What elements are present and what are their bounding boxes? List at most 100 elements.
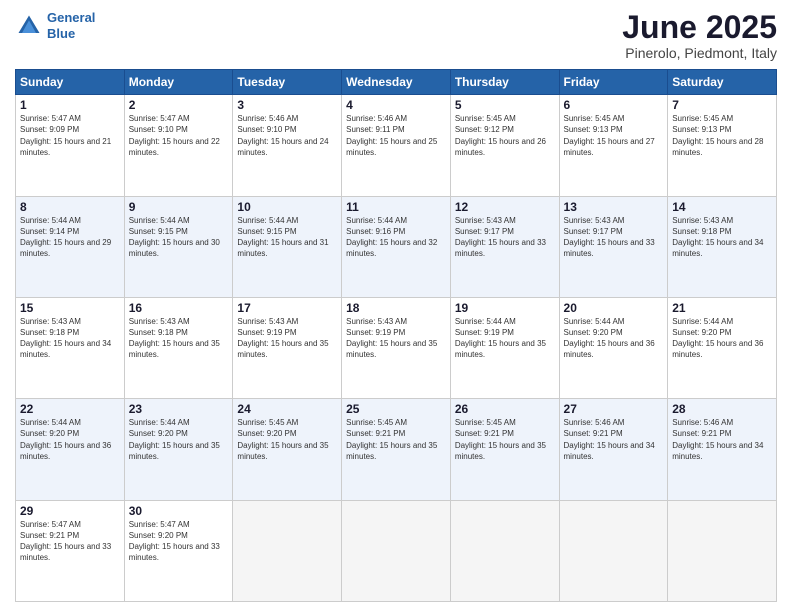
day-number: 14 <box>672 200 772 214</box>
table-cell: 24 Sunrise: 5:45 AMSunset: 9:20 PMDaylig… <box>233 399 342 500</box>
table-row: 29 Sunrise: 5:47 AMSunset: 9:21 PMDaylig… <box>16 500 777 601</box>
day-number: 20 <box>564 301 664 315</box>
day-number: 30 <box>129 504 229 518</box>
day-number: 22 <box>20 402 120 416</box>
logo-general: General <box>47 10 95 25</box>
day-info: Sunrise: 5:43 AMSunset: 9:17 PMDaylight:… <box>564 215 664 260</box>
day-info: Sunrise: 5:43 AMSunset: 9:17 PMDaylight:… <box>455 215 555 260</box>
day-info: Sunrise: 5:43 AMSunset: 9:18 PMDaylight:… <box>672 215 772 260</box>
day-info: Sunrise: 5:45 AMSunset: 9:12 PMDaylight:… <box>455 113 555 158</box>
day-number: 28 <box>672 402 772 416</box>
col-tuesday: Tuesday <box>233 70 342 95</box>
title-section: June 2025 Pinerolo, Piedmont, Italy <box>622 10 777 61</box>
day-number: 17 <box>237 301 337 315</box>
day-number: 5 <box>455 98 555 112</box>
logo-blue: Blue <box>47 26 75 41</box>
day-info: Sunrise: 5:44 AMSunset: 9:19 PMDaylight:… <box>455 316 555 361</box>
day-number: 6 <box>564 98 664 112</box>
table-cell: 21 Sunrise: 5:44 AMSunset: 9:20 PMDaylig… <box>668 297 777 398</box>
location: Pinerolo, Piedmont, Italy <box>622 45 777 61</box>
table-cell: 2 Sunrise: 5:47 AMSunset: 9:10 PMDayligh… <box>124 95 233 196</box>
table-cell: 23 Sunrise: 5:44 AMSunset: 9:20 PMDaylig… <box>124 399 233 500</box>
table-cell-empty <box>559 500 668 601</box>
table-cell: 7 Sunrise: 5:45 AMSunset: 9:13 PMDayligh… <box>668 95 777 196</box>
month-title: June 2025 <box>622 10 777 45</box>
day-number: 7 <box>672 98 772 112</box>
col-wednesday: Wednesday <box>342 70 451 95</box>
table-cell: 20 Sunrise: 5:44 AMSunset: 9:20 PMDaylig… <box>559 297 668 398</box>
day-info: Sunrise: 5:44 AMSunset: 9:20 PMDaylight:… <box>20 417 120 462</box>
day-number: 1 <box>20 98 120 112</box>
table-cell: 29 Sunrise: 5:47 AMSunset: 9:21 PMDaylig… <box>16 500 125 601</box>
col-thursday: Thursday <box>450 70 559 95</box>
day-info: Sunrise: 5:44 AMSunset: 9:15 PMDaylight:… <box>129 215 229 260</box>
table-cell-empty <box>233 500 342 601</box>
calendar-table: Sunday Monday Tuesday Wednesday Thursday… <box>15 69 777 602</box>
day-info: Sunrise: 5:47 AMSunset: 9:10 PMDaylight:… <box>129 113 229 158</box>
day-number: 15 <box>20 301 120 315</box>
day-info: Sunrise: 5:44 AMSunset: 9:15 PMDaylight:… <box>237 215 337 260</box>
day-number: 10 <box>237 200 337 214</box>
day-info: Sunrise: 5:45 AMSunset: 9:21 PMDaylight:… <box>455 417 555 462</box>
day-number: 12 <box>455 200 555 214</box>
table-cell: 26 Sunrise: 5:45 AMSunset: 9:21 PMDaylig… <box>450 399 559 500</box>
day-info: Sunrise: 5:43 AMSunset: 9:18 PMDaylight:… <box>129 316 229 361</box>
col-saturday: Saturday <box>668 70 777 95</box>
col-friday: Friday <box>559 70 668 95</box>
day-info: Sunrise: 5:43 AMSunset: 9:19 PMDaylight:… <box>237 316 337 361</box>
table-row: 8 Sunrise: 5:44 AMSunset: 9:14 PMDayligh… <box>16 196 777 297</box>
table-cell: 19 Sunrise: 5:44 AMSunset: 9:19 PMDaylig… <box>450 297 559 398</box>
table-cell-empty <box>342 500 451 601</box>
day-number: 8 <box>20 200 120 214</box>
table-cell-empty <box>450 500 559 601</box>
day-info: Sunrise: 5:43 AMSunset: 9:18 PMDaylight:… <box>20 316 120 361</box>
col-sunday: Sunday <box>16 70 125 95</box>
table-cell: 13 Sunrise: 5:43 AMSunset: 9:17 PMDaylig… <box>559 196 668 297</box>
table-cell: 27 Sunrise: 5:46 AMSunset: 9:21 PMDaylig… <box>559 399 668 500</box>
day-info: Sunrise: 5:46 AMSunset: 9:11 PMDaylight:… <box>346 113 446 158</box>
table-cell: 17 Sunrise: 5:43 AMSunset: 9:19 PMDaylig… <box>233 297 342 398</box>
day-number: 24 <box>237 402 337 416</box>
day-info: Sunrise: 5:45 AMSunset: 9:13 PMDaylight:… <box>672 113 772 158</box>
table-cell: 11 Sunrise: 5:44 AMSunset: 9:16 PMDaylig… <box>342 196 451 297</box>
calendar-header-row: Sunday Monday Tuesday Wednesday Thursday… <box>16 70 777 95</box>
day-info: Sunrise: 5:43 AMSunset: 9:19 PMDaylight:… <box>346 316 446 361</box>
day-info: Sunrise: 5:45 AMSunset: 9:21 PMDaylight:… <box>346 417 446 462</box>
table-cell: 4 Sunrise: 5:46 AMSunset: 9:11 PMDayligh… <box>342 95 451 196</box>
day-number: 26 <box>455 402 555 416</box>
day-info: Sunrise: 5:44 AMSunset: 9:20 PMDaylight:… <box>129 417 229 462</box>
day-info: Sunrise: 5:46 AMSunset: 9:10 PMDaylight:… <box>237 113 337 158</box>
day-info: Sunrise: 5:45 AMSunset: 9:20 PMDaylight:… <box>237 417 337 462</box>
day-number: 2 <box>129 98 229 112</box>
table-cell: 1 Sunrise: 5:47 AMSunset: 9:09 PMDayligh… <box>16 95 125 196</box>
table-cell: 25 Sunrise: 5:45 AMSunset: 9:21 PMDaylig… <box>342 399 451 500</box>
day-number: 19 <box>455 301 555 315</box>
table-cell-empty <box>668 500 777 601</box>
day-number: 23 <box>129 402 229 416</box>
day-info: Sunrise: 5:44 AMSunset: 9:14 PMDaylight:… <box>20 215 120 260</box>
table-cell: 16 Sunrise: 5:43 AMSunset: 9:18 PMDaylig… <box>124 297 233 398</box>
table-cell: 8 Sunrise: 5:44 AMSunset: 9:14 PMDayligh… <box>16 196 125 297</box>
day-number: 21 <box>672 301 772 315</box>
table-cell: 18 Sunrise: 5:43 AMSunset: 9:19 PMDaylig… <box>342 297 451 398</box>
table-cell: 15 Sunrise: 5:43 AMSunset: 9:18 PMDaylig… <box>16 297 125 398</box>
day-number: 13 <box>564 200 664 214</box>
day-info: Sunrise: 5:47 AMSunset: 9:09 PMDaylight:… <box>20 113 120 158</box>
day-info: Sunrise: 5:46 AMSunset: 9:21 PMDaylight:… <box>564 417 664 462</box>
day-number: 27 <box>564 402 664 416</box>
table-cell: 14 Sunrise: 5:43 AMSunset: 9:18 PMDaylig… <box>668 196 777 297</box>
table-cell: 30 Sunrise: 5:47 AMSunset: 9:20 PMDaylig… <box>124 500 233 601</box>
table-cell: 5 Sunrise: 5:45 AMSunset: 9:12 PMDayligh… <box>450 95 559 196</box>
day-number: 3 <box>237 98 337 112</box>
col-monday: Monday <box>124 70 233 95</box>
day-info: Sunrise: 5:44 AMSunset: 9:16 PMDaylight:… <box>346 215 446 260</box>
table-cell: 28 Sunrise: 5:46 AMSunset: 9:21 PMDaylig… <box>668 399 777 500</box>
table-row: 22 Sunrise: 5:44 AMSunset: 9:20 PMDaylig… <box>16 399 777 500</box>
table-cell: 12 Sunrise: 5:43 AMSunset: 9:17 PMDaylig… <box>450 196 559 297</box>
day-info: Sunrise: 5:44 AMSunset: 9:20 PMDaylight:… <box>672 316 772 361</box>
table-cell: 22 Sunrise: 5:44 AMSunset: 9:20 PMDaylig… <box>16 399 125 500</box>
table-row: 15 Sunrise: 5:43 AMSunset: 9:18 PMDaylig… <box>16 297 777 398</box>
header: General Blue June 2025 Pinerolo, Piedmon… <box>15 10 777 61</box>
logo-text: General Blue <box>47 10 95 41</box>
day-number: 9 <box>129 200 229 214</box>
